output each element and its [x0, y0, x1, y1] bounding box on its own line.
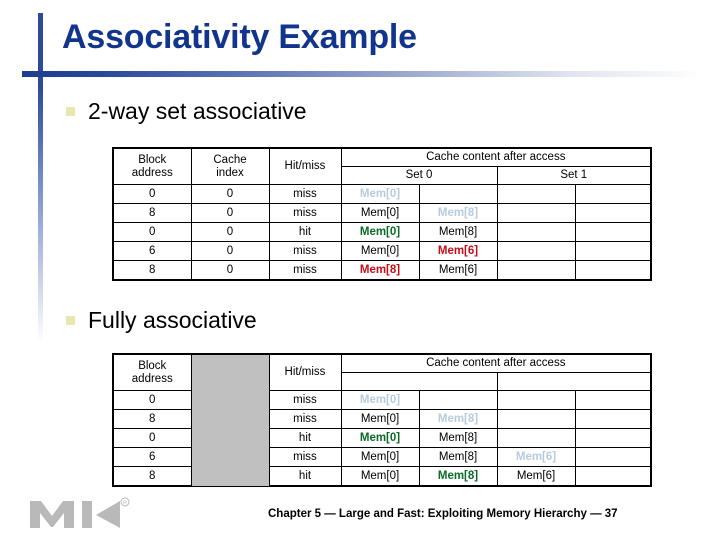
sidebar-vertical-accent-rule — [38, 13, 43, 343]
cell-hit-miss: hit — [268, 428, 342, 448]
cell-block-address: 0 — [112, 184, 192, 204]
header-set-1 — [496, 372, 653, 391]
table-header-row-1: Block address Hit/miss Cache content aft… — [112, 353, 653, 487]
cell-cache-content — [574, 184, 653, 204]
cell-cache-content: Mem[8] — [340, 260, 420, 281]
cell-hit-miss: miss — [268, 447, 342, 467]
cell-cache-content: Mem[8] — [418, 409, 498, 429]
cell-cache-content: Mem[0] — [340, 184, 420, 204]
cell-cache-index: 0 — [190, 184, 270, 204]
cell-hit-miss: miss — [268, 390, 342, 410]
cell-block-address: 8 — [112, 260, 192, 281]
header-set-0 — [340, 372, 498, 391]
header-cache-index-masked — [190, 353, 270, 487]
cell-cache-content: Mem[0] — [340, 428, 420, 448]
cell-cache-content — [574, 241, 653, 261]
square-bullet-icon — [66, 316, 75, 325]
cell-cache-index: 0 — [190, 241, 270, 261]
header-cache-content-group: Cache content after access — [340, 147, 653, 167]
cell-hit-miss: miss — [268, 184, 342, 204]
cell-cache-content: Mem[6] — [496, 447, 576, 467]
bullet-item-fully-associative: Fully associative — [66, 307, 257, 334]
cell-cache-content: Mem[0] — [340, 390, 420, 410]
cell-cache-content: Mem[8] — [418, 428, 498, 448]
cell-hit-miss: hit — [268, 466, 342, 487]
cell-cache-content — [574, 466, 653, 487]
cell-cache-content — [574, 428, 653, 448]
page-title: Associativity Example — [62, 18, 417, 56]
cell-hit-miss: miss — [268, 260, 342, 281]
cell-block-address: 0 — [112, 390, 192, 410]
morgan-kaufmann-logo: R — [30, 497, 130, 528]
cell-cache-content — [496, 260, 576, 281]
cell-block-address: 0 — [112, 428, 192, 448]
cell-cache-content: Mem[8] — [418, 466, 498, 487]
title-divider-rule — [22, 71, 704, 77]
header-hit-miss: Hit/miss — [268, 147, 342, 185]
cell-cache-index: 0 — [190, 203, 270, 223]
table-row: 8 0 miss Mem[0] Mem[8] — [112, 203, 653, 223]
cell-cache-index: 0 — [190, 260, 270, 281]
cell-cache-content — [574, 447, 653, 467]
cell-hit-miss: miss — [268, 409, 342, 429]
table-row: 8 0 miss Mem[8] Mem[6] — [112, 260, 653, 281]
cell-cache-content — [496, 222, 576, 242]
header-block-address: Block address — [112, 147, 192, 185]
cell-cache-content — [496, 390, 576, 410]
cell-hit-miss: hit — [268, 222, 342, 242]
cell-cache-content: Mem[8] — [418, 203, 498, 223]
cell-block-address: 8 — [112, 203, 192, 223]
cell-cache-content: Mem[6] — [418, 260, 498, 281]
cell-cache-content: Mem[0] — [340, 222, 420, 242]
header-block-address: Block address — [112, 353, 192, 391]
cell-cache-content: Mem[0] — [340, 466, 420, 487]
fully-associative-cache-table: Block address Hit/miss Cache content aft… — [112, 353, 653, 487]
header-cache-index: Cache index — [190, 147, 270, 185]
square-bullet-icon — [66, 107, 75, 116]
table-row: 0 0 hit Mem[0] Mem[8] — [112, 222, 653, 242]
cell-cache-content — [574, 203, 653, 223]
table-row: 0 0 miss Mem[0] — [112, 184, 653, 204]
bullet-label: 2-way set associative — [88, 98, 307, 124]
cell-cache-content — [574, 409, 653, 429]
cell-cache-content — [496, 428, 576, 448]
bullet-label: Fully associative — [88, 307, 257, 333]
set-associative-cache-table: Block address Cache index Hit/miss Cache… — [112, 147, 653, 281]
cell-cache-content: Mem[0] — [340, 241, 420, 261]
cell-cache-content — [418, 390, 498, 410]
cell-hit-miss: miss — [268, 203, 342, 223]
cell-cache-content: Mem[8] — [418, 222, 498, 242]
cell-cache-content: Mem[6] — [418, 241, 498, 261]
cell-block-address: 6 — [112, 447, 192, 467]
cell-cache-content — [574, 390, 653, 410]
cell-cache-content — [574, 260, 653, 281]
cell-cache-content — [496, 184, 576, 204]
cell-block-address: 0 — [112, 222, 192, 242]
cell-block-address: 8 — [112, 409, 192, 429]
cell-cache-content: Mem[0] — [340, 203, 420, 223]
cell-block-address: 6 — [112, 241, 192, 261]
header-set-0: Set 0 — [340, 166, 498, 185]
cell-cache-content: Mem[0] — [340, 409, 420, 429]
cell-hit-miss: miss — [268, 241, 342, 261]
table-row: 6 0 miss Mem[0] Mem[6] — [112, 241, 653, 261]
cell-block-address: 8 — [112, 466, 192, 487]
footer-chapter-label: Chapter 5 — Large and Fast: Exploiting M… — [268, 508, 618, 520]
cell-cache-content — [574, 222, 653, 242]
header-cache-content-group: Cache content after access — [340, 353, 653, 373]
cell-cache-content — [496, 241, 576, 261]
cell-cache-content: Mem[8] — [418, 447, 498, 467]
cell-cache-content — [496, 409, 576, 429]
cell-cache-content: Mem[6] — [496, 466, 576, 487]
table-header-row-1: Block address Cache index Hit/miss Cache… — [112, 147, 653, 185]
cell-cache-content — [496, 203, 576, 223]
svg-text:R: R — [123, 500, 127, 506]
header-hit-miss: Hit/miss — [268, 353, 342, 391]
bullet-item-2-way-set-associative: 2-way set associative — [66, 98, 307, 125]
cell-cache-content — [418, 184, 498, 204]
cell-cache-index: 0 — [190, 222, 270, 242]
cell-cache-content: Mem[0] — [340, 447, 420, 467]
header-set-1: Set 1 — [496, 166, 653, 185]
